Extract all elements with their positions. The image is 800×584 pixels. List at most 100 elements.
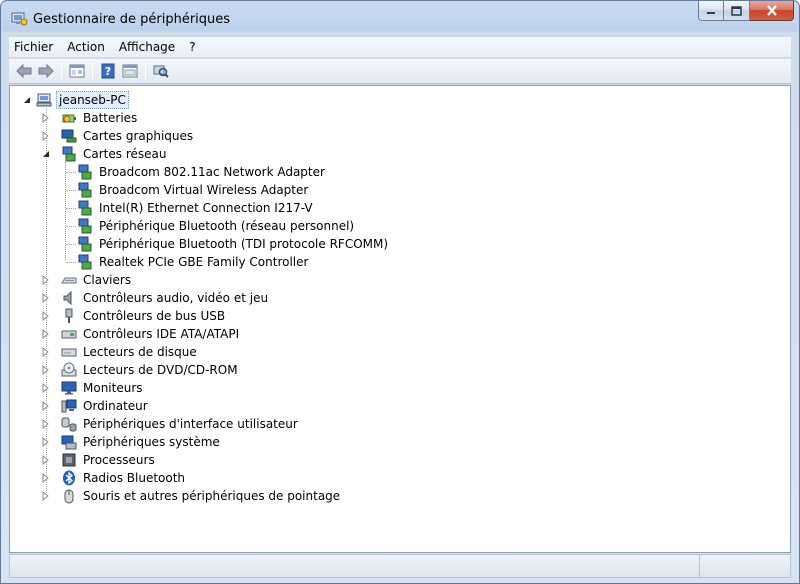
network-adapter-icon [78, 164, 92, 180]
tree-item-disk-drives[interactable]: Lecteurs de disque [41, 343, 199, 361]
tree-item-label: Cartes graphiques [83, 129, 194, 143]
network-adapter-icon [62, 146, 76, 162]
expand-arrow-icon[interactable] [41, 455, 51, 465]
status-pane [10, 555, 700, 577]
tree-child-broadcom-virtual[interactable]: Broadcom Virtual Wireless Adapter [77, 181, 310, 199]
network-adapter-icon [78, 218, 92, 234]
tree-item-mice[interactable]: Souris et autres périphériques de pointa… [41, 487, 342, 505]
expand-arrow-icon[interactable] [41, 419, 51, 429]
tree-item-processors[interactable]: Processeurs [41, 451, 157, 469]
maximize-button[interactable] [724, 1, 750, 21]
tree-item-bluetooth-radios[interactable]: Radios Bluetooth [41, 469, 187, 487]
properties-icon [122, 64, 138, 78]
computer-monitor-icon [61, 399, 77, 413]
close-icon [766, 5, 777, 16]
tree-item-claviers[interactable]: Claviers [41, 271, 133, 289]
tree-item-usb-controllers[interactable]: Contrôleurs de bus USB [41, 307, 227, 325]
speaker-icon [63, 290, 72, 306]
menu-help[interactable]: ? [182, 37, 202, 57]
expand-arrow-icon[interactable] [41, 437, 51, 447]
menu-action[interactable]: Action [60, 37, 112, 57]
tree-child-bluetooth-pan[interactable]: Périphérique Bluetooth (réseau personnel… [77, 217, 356, 235]
tree-connector [66, 262, 76, 263]
tree-item-label: Lecteurs de DVD/CD-ROM [83, 363, 238, 377]
toolbar-separator [92, 62, 93, 80]
expand-arrow-icon[interactable] [41, 275, 51, 285]
scan-hardware-icon [153, 65, 169, 78]
expand-arrow-icon[interactable] [41, 113, 51, 123]
dvd-drive-icon [61, 362, 77, 377]
tree-item-computer[interactable]: Ordinateur [41, 397, 150, 415]
tree-child-intel-ethernet[interactable]: Intel(R) Ethernet Connection I217-V [77, 199, 315, 217]
tree-root-label: jeanseb-PC [56, 91, 129, 109]
toolbar-separator [61, 62, 62, 80]
network-adapter-icon [78, 254, 92, 270]
expand-arrow-icon[interactable] [41, 293, 51, 303]
help-button[interactable]: ? [97, 60, 119, 82]
tree-item-audio-controllers[interactable]: Contrôleurs audio, vidéo et jeu [41, 289, 270, 307]
expand-arrow-icon[interactable] [41, 131, 51, 141]
forward-button[interactable] [35, 60, 57, 82]
tree-item-label: Périphériques d'interface utilisateur [83, 417, 298, 431]
expand-arrow-icon[interactable] [41, 491, 51, 501]
usb-icon [65, 308, 73, 323]
battery-icon [62, 114, 76, 123]
scan-hardware-button[interactable] [150, 60, 172, 82]
tree-child-label: Realtek PCIe GBE Family Controller [99, 255, 309, 269]
close-button[interactable] [750, 1, 794, 21]
expand-arrow-icon[interactable] [41, 365, 51, 375]
mouse-icon [64, 489, 74, 504]
bluetooth-icon [63, 470, 75, 486]
expand-arrow-icon[interactable] [41, 473, 51, 483]
tree-item-dvd-drives[interactable]: Lecteurs de DVD/CD-ROM [41, 361, 240, 379]
tree-item-label: Souris et autres périphériques de pointa… [83, 489, 341, 503]
device-manager-window: Gestionnaire de périphériques Fichier Ac… [0, 0, 800, 584]
caption-buttons [698, 1, 794, 21]
system-device-icon [61, 435, 77, 450]
svg-text:?: ? [105, 65, 111, 78]
tree-item-ide-controllers[interactable]: Contrôleurs IDE ATA/ATAPI [41, 325, 241, 343]
menu-bar: Fichier Action Affichage ? [9, 37, 791, 57]
expand-arrow-icon[interactable] [41, 383, 51, 393]
tree-item-hid[interactable]: Périphériques d'interface utilisateur [41, 415, 300, 433]
console-tree-button[interactable] [66, 60, 88, 82]
title-bar[interactable]: Gestionnaire de périphériques [1, 1, 799, 37]
tree-child-label: Broadcom Virtual Wireless Adapter [99, 183, 309, 197]
expand-arrow-icon[interactable] [41, 401, 51, 411]
tree-child-label: Intel(R) Ethernet Connection I217-V [99, 201, 313, 215]
back-button[interactable] [13, 60, 35, 82]
expand-arrow-icon[interactable] [41, 311, 51, 321]
tree-item-label: Claviers [83, 273, 132, 287]
tree-child-broadcom-80211ac[interactable]: Broadcom 802.11ac Network Adapter [77, 163, 327, 181]
collapse-arrow-icon[interactable] [22, 95, 32, 105]
tree-item-label: Radios Bluetooth [83, 471, 186, 485]
tree-root-jeanseb-pc[interactable]: jeanseb-PC [22, 91, 129, 109]
properties-button[interactable] [119, 60, 141, 82]
computer-icon [36, 93, 52, 107]
minimize-icon [707, 11, 715, 14]
tree-item-cartes-reseau[interactable]: Cartes réseau [41, 145, 168, 163]
tree-connector [65, 162, 66, 260]
menu-fichier[interactable]: Fichier [9, 37, 60, 57]
collapse-arrow-icon[interactable] [41, 149, 51, 159]
expand-arrow-icon[interactable] [41, 329, 51, 339]
minimize-button[interactable] [698, 1, 724, 21]
expand-arrow-icon[interactable] [41, 347, 51, 357]
tree-item-system-devices[interactable]: Périphériques système [41, 433, 222, 451]
tree-connector [66, 172, 76, 173]
device-manager-app-icon [11, 12, 28, 26]
tree-connector [66, 190, 76, 191]
tree-child-realtek[interactable]: Realtek PCIe GBE Family Controller [77, 253, 310, 271]
tree-item-cartes-graphiques[interactable]: Cartes graphiques [41, 127, 195, 145]
tree-item-monitors[interactable]: Moniteurs [41, 379, 145, 397]
help-icon: ? [101, 63, 115, 79]
menu-affichage[interactable]: Affichage [112, 37, 182, 57]
tree-connector [66, 226, 76, 227]
console-tree-icon [69, 64, 85, 78]
ide-controller-icon [61, 330, 77, 339]
tree-child-label: Broadcom 802.11ac Network Adapter [99, 165, 325, 179]
tree-child-bluetooth-rfcomm[interactable]: Périphérique Bluetooth (TDI protocole RF… [77, 235, 390, 253]
window-title: Gestionnaire de périphériques [33, 12, 231, 27]
display-adapter-icon [61, 129, 77, 143]
tree-item-batteries[interactable]: Batteries [41, 109, 139, 127]
